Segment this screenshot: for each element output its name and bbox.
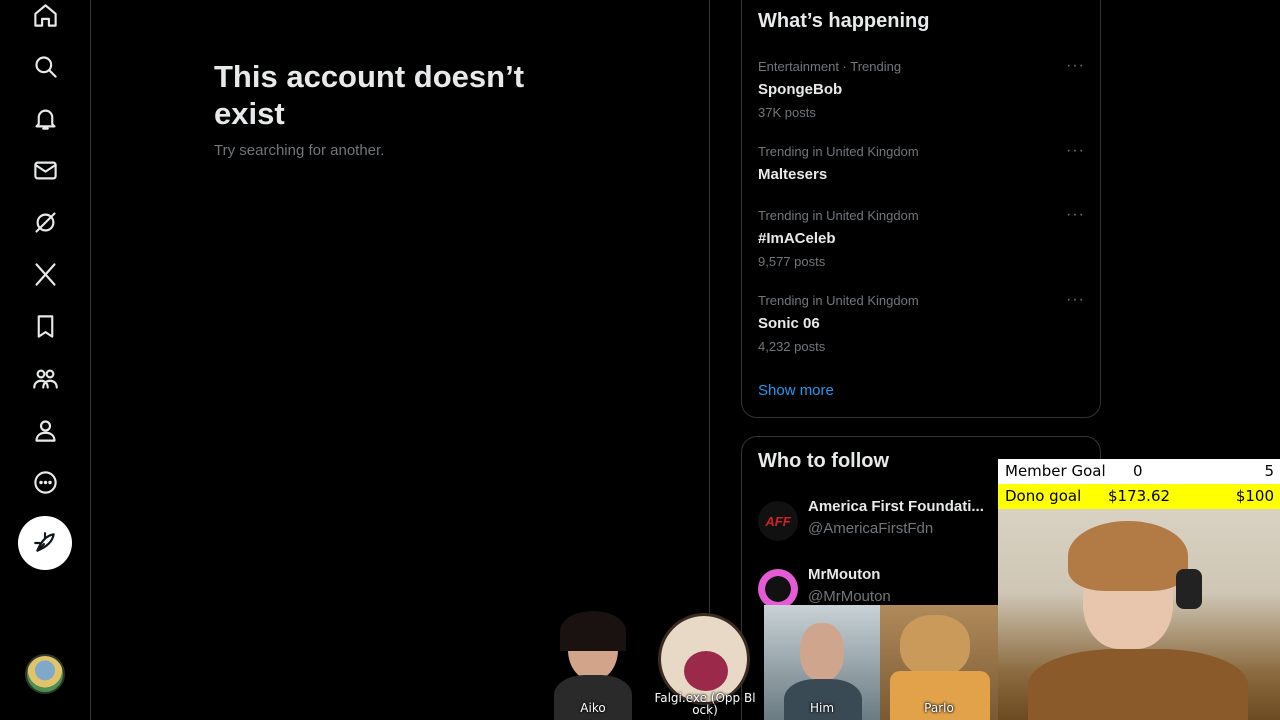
guest-hair <box>560 611 626 651</box>
page-title: This account doesn’t exist <box>214 59 525 131</box>
more-icon <box>33 470 57 494</box>
dono-goal-target: $100 <box>1235 487 1274 505</box>
dono-goal-row: Dono goal $173.62 $100 <box>998 484 1280 509</box>
guest-cam: Parlo <box>880 605 998 720</box>
guest-avatar-mouth <box>684 651 728 691</box>
follow-handle: @AmericaFirstFdn <box>808 520 934 537</box>
trend-count: 4,232 posts <box>758 339 826 354</box>
nav-communities[interactable] <box>18 356 72 400</box>
trend-item[interactable]: Trending in United Kingdom Sonic 06 4,23… <box>758 291 1093 355</box>
more-options-icon[interactable]: ··· <box>1066 57 1085 75</box>
sidebar-nav <box>0 0 90 720</box>
nav-more[interactable] <box>18 460 72 504</box>
nav-profile[interactable] <box>18 408 72 452</box>
guest-cat <box>900 615 970 677</box>
follow-handle: @MrMouton <box>808 588 891 605</box>
stream-goal-overlay: Member Goal 0 5 Dono goal $173.62 $100 <box>998 459 1280 509</box>
communities-icon <box>32 369 58 389</box>
guest-name: Parlo <box>924 701 954 715</box>
streamer-webcam <box>998 509 1280 720</box>
trend-name: Sonic 06 <box>758 315 820 332</box>
account-avatar: AFF <box>758 501 798 541</box>
guest-name: Him <box>809 701 835 715</box>
mail-icon <box>33 161 57 179</box>
nav-messages[interactable] <box>18 148 72 192</box>
grok-icon <box>34 211 56 233</box>
account-avatar <box>758 569 798 609</box>
trend-name: SpongeBob <box>758 81 843 98</box>
trend-meta: Trending in United Kingdom <box>758 293 919 308</box>
trend-item[interactable]: Entertainment · Trending SpongeBob 37K p… <box>758 57 1093 121</box>
trend-meta: Trending in United Kingdom <box>758 208 919 223</box>
app-window: This account doesn’t exist Try searching… <box>0 0 1280 720</box>
trend-name: #ImACeleb <box>758 230 836 247</box>
guest-cam: Him <box>764 605 880 720</box>
nav-premium[interactable] <box>18 252 72 296</box>
profile-icon <box>34 419 56 442</box>
more-options-icon[interactable]: ··· <box>1066 142 1085 160</box>
nav-notifications[interactable] <box>18 96 72 140</box>
webcam-figure-hair <box>1068 521 1188 591</box>
feather-icon <box>34 532 55 552</box>
follow-name: MrMouton <box>808 566 881 583</box>
member-goal-label: Member Goal <box>1005 462 1106 480</box>
headphones-icon <box>1176 569 1202 609</box>
more-options-icon[interactable]: ··· <box>1066 291 1085 309</box>
trend-count: 37K posts <box>758 105 816 120</box>
guest-name: Falgi.exe (Opp Bl ock) <box>654 691 756 717</box>
bookmark-icon <box>37 314 53 338</box>
member-goal-current: 0 <box>1133 462 1143 480</box>
page-subtitle: Try searching for another. <box>214 142 385 159</box>
dono-goal-label: Dono goal <box>1005 487 1082 505</box>
nav-divider <box>90 0 91 720</box>
follow-name: America First Foundati... <box>808 498 984 515</box>
home-icon <box>33 3 57 27</box>
more-options-icon[interactable]: ··· <box>1066 206 1085 224</box>
trend-meta: Trending in United Kingdom <box>758 144 919 159</box>
account-avatar[interactable] <box>25 654 65 694</box>
webcam-figure-body <box>1028 649 1248 720</box>
nav-bookmarks[interactable] <box>18 304 72 348</box>
trend-count: 9,577 posts <box>758 254 826 269</box>
guest-cam: Falgi.exe (Opp Bl ock) <box>646 605 764 720</box>
dono-goal-current: $173.62 <box>1108 487 1171 505</box>
bell-icon <box>34 109 56 130</box>
search-icon <box>34 55 57 78</box>
trend-item[interactable]: Trending in United Kingdom Maltesers ··· <box>758 142 1093 186</box>
trends-title: What’s happening <box>758 10 930 32</box>
member-goal-row: Member Goal 0 5 <box>998 459 1280 484</box>
show-more-link[interactable]: Show more <box>758 382 834 399</box>
trend-name: Maltesers <box>758 166 828 183</box>
nav-home[interactable] <box>18 0 72 37</box>
trend-item[interactable]: Trending in United Kingdom #ImACeleb 9,5… <box>758 206 1093 270</box>
guest-cam: Aiko <box>540 605 646 720</box>
follow-suggestion[interactable]: AFF America First Foundati... @AmericaFi… <box>758 498 998 544</box>
nav-grok[interactable] <box>18 200 72 244</box>
nav-explore[interactable] <box>18 44 72 88</box>
who-to-follow-title: Who to follow <box>758 450 890 472</box>
member-goal-target: 5 <box>1264 462 1274 480</box>
guest-name: Aiko <box>580 701 606 715</box>
post-button[interactable] <box>18 516 72 570</box>
x-logo-icon <box>34 262 56 286</box>
trend-meta: Entertainment · Trending <box>758 59 902 74</box>
guest-face <box>800 623 844 681</box>
